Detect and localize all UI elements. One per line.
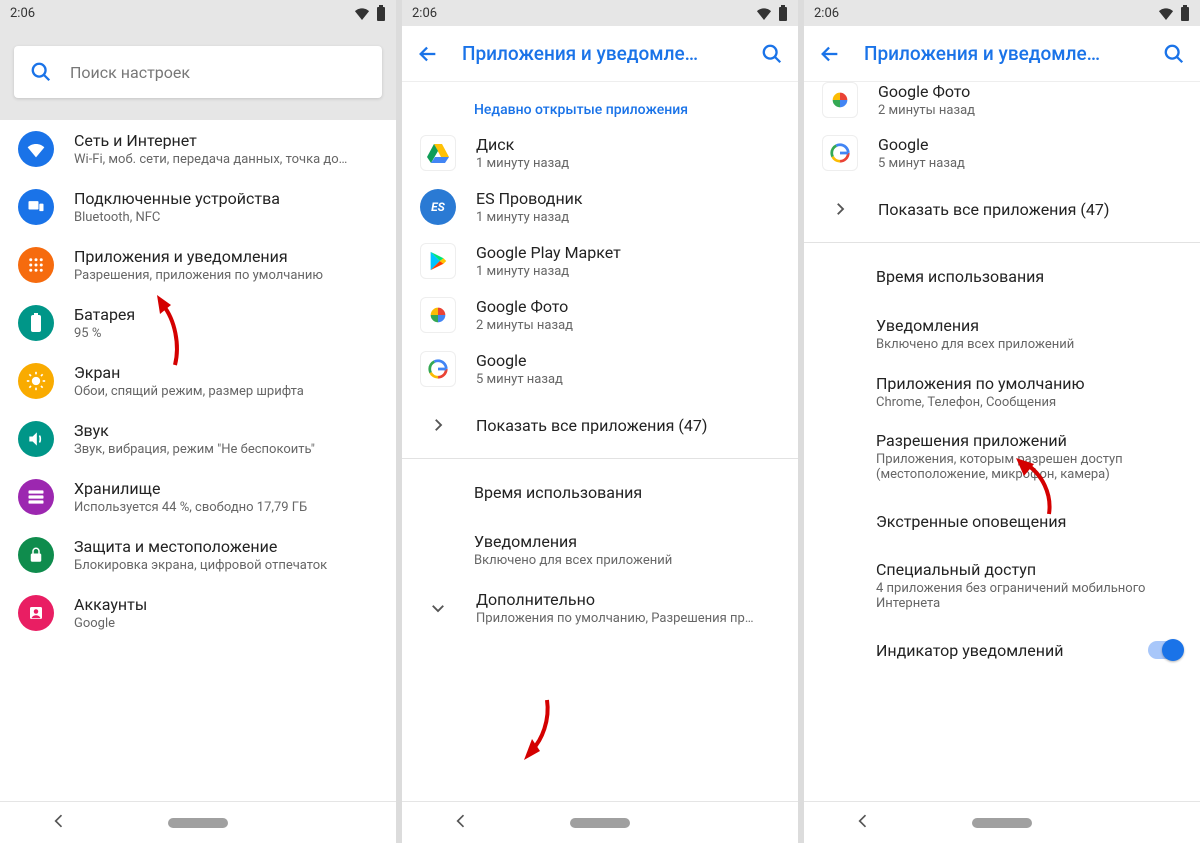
nav-back[interactable] [451, 811, 471, 835]
app-row-google[interactable]: Google5 минут назад [804, 126, 1200, 180]
appbar-search-button[interactable] [758, 40, 786, 68]
clock: 2:06 [814, 6, 839, 21]
photos-icon [420, 297, 456, 333]
screen-time-row[interactable]: Время использования [402, 463, 798, 521]
special-access-row[interactable]: Специальный доступ4 приложения без огран… [804, 550, 1200, 621]
app-row-drive[interactable]: Диск1 минуту назад [402, 126, 798, 180]
wifi-icon [354, 6, 370, 20]
storage-icon [18, 479, 54, 515]
settings-row-storage[interactable]: ХранилищеИспользуется 44 %, свободно 17,… [0, 468, 396, 526]
app-bar: Приложения и уведомле… [804, 26, 1200, 82]
app-bar: Приложения и уведомле… [402, 26, 798, 82]
navigation-bar [0, 801, 396, 843]
navigation-bar [402, 801, 798, 843]
status-bar: 2:06 [402, 0, 798, 26]
settings-row-sound[interactable]: ЗвукЗвук, вибрация, режим "Не беспокоить… [0, 410, 396, 468]
search-bar[interactable]: Поиск настроек [14, 46, 382, 98]
battery-icon [376, 5, 386, 21]
battery-circle-icon [18, 305, 54, 341]
app-row-google[interactable]: Google5 минут назад [402, 342, 798, 396]
photos-icon [822, 82, 858, 118]
drive-icon [420, 135, 456, 171]
navigation-bar [804, 801, 1200, 843]
apps-grid-icon [18, 247, 54, 283]
chevron-right-icon [420, 416, 456, 434]
nav-home[interactable] [168, 818, 228, 828]
battery-icon [1180, 5, 1190, 21]
show-all-apps[interactable]: Показать все приложения (47) [402, 396, 798, 454]
notifications-row[interactable]: УведомленияВключено для всех приложений [804, 305, 1200, 363]
toggle-switch[interactable] [1148, 641, 1182, 659]
default-apps-row[interactable]: Приложения по умолчаниюChrome, Телефон, … [804, 363, 1200, 421]
settings-row-connected[interactable]: Подключенные устройстваBluetooth, NFC [0, 178, 396, 236]
search-placeholder: Поиск настроек [70, 63, 190, 82]
settings-row-display[interactable]: ЭкранОбои, спящий режим, размер шрифта [0, 352, 396, 410]
apps-list: Google Фото2 минуты назад Google5 минут … [804, 82, 1200, 801]
lock-icon [18, 537, 54, 573]
screen-apps-expanded: 2:06 Приложения и уведомле… Google Фото2… [804, 0, 1200, 843]
google-icon [822, 135, 858, 171]
apps-list: Недавно открытые приложения Диск1 минуту… [402, 82, 798, 801]
wifi-icon [1158, 6, 1174, 20]
nav-back[interactable] [853, 811, 873, 835]
nav-back[interactable] [49, 811, 69, 835]
google-icon [420, 351, 456, 387]
screen-settings-root: 2:06 Поиск настроек Сеть и ИнтернетWi-Fi… [0, 0, 396, 843]
app-row-es-explorer[interactable]: ES ES Проводник1 минуту назад [402, 180, 798, 234]
account-icon [18, 595, 54, 631]
chevron-down-icon [420, 599, 456, 617]
status-bar: 2:06 [804, 0, 1200, 26]
nav-home[interactable] [570, 818, 630, 828]
wifi-icon [756, 6, 772, 20]
notification-indicator-row[interactable]: Индикатор уведомлений [804, 621, 1200, 679]
settings-row-apps[interactable]: Приложения и уведомленияРазрешения, прил… [0, 236, 396, 294]
back-button[interactable] [414, 40, 442, 68]
recent-apps-header: Недавно открытые приложения [402, 82, 798, 126]
brightness-icon [18, 363, 54, 399]
app-row-google-photos[interactable]: Google Фото2 минуты назад [402, 288, 798, 342]
emergency-alerts-row[interactable]: Экстренные оповещения [804, 492, 1200, 550]
app-row-play-store[interactable]: Google Play Маркет1 минуту назад [402, 234, 798, 288]
nav-home[interactable] [972, 818, 1032, 828]
play-store-icon [420, 243, 456, 279]
app-row-google-photos[interactable]: Google Фото2 минуты назад [804, 82, 1200, 126]
settings-row-network[interactable]: Сеть и ИнтернетWi-Fi, моб. сети, передач… [0, 120, 396, 178]
clock: 2:06 [10, 6, 35, 21]
appbar-title: Приложения и уведомле… [462, 42, 738, 65]
settings-row-accounts[interactable]: АккаунтыGoogle [0, 584, 396, 642]
wifi-circle-icon [18, 131, 54, 167]
screen-time-row[interactable]: Время использования [804, 247, 1200, 305]
status-bar: 2:06 [0, 0, 396, 26]
back-button[interactable] [816, 40, 844, 68]
battery-icon [778, 5, 788, 21]
app-permissions-row[interactable]: Разрешения приложенийПриложения, которым… [804, 421, 1200, 492]
screen-apps-notifications: 2:06 Приложения и уведомле… Недавно откр… [402, 0, 798, 843]
es-explorer-icon: ES [420, 189, 456, 225]
settings-list: Сеть и ИнтернетWi-Fi, моб. сети, передач… [0, 120, 396, 801]
show-all-apps[interactable]: Показать все приложения (47) [804, 180, 1200, 238]
appbar-search-button[interactable] [1160, 40, 1188, 68]
search-icon [30, 61, 52, 83]
settings-row-security[interactable]: Защита и местоположениеБлокировка экрана… [0, 526, 396, 584]
appbar-title: Приложения и уведомле… [864, 42, 1140, 65]
notifications-row[interactable]: УведомленияВключено для всех приложений [402, 521, 798, 579]
settings-row-battery[interactable]: Батарея95 % [0, 294, 396, 352]
clock: 2:06 [412, 6, 437, 21]
volume-icon [18, 421, 54, 457]
devices-icon [18, 189, 54, 225]
chevron-right-icon [822, 200, 858, 218]
advanced-row[interactable]: ДополнительноПриложения по умолчанию, Ра… [402, 579, 798, 637]
